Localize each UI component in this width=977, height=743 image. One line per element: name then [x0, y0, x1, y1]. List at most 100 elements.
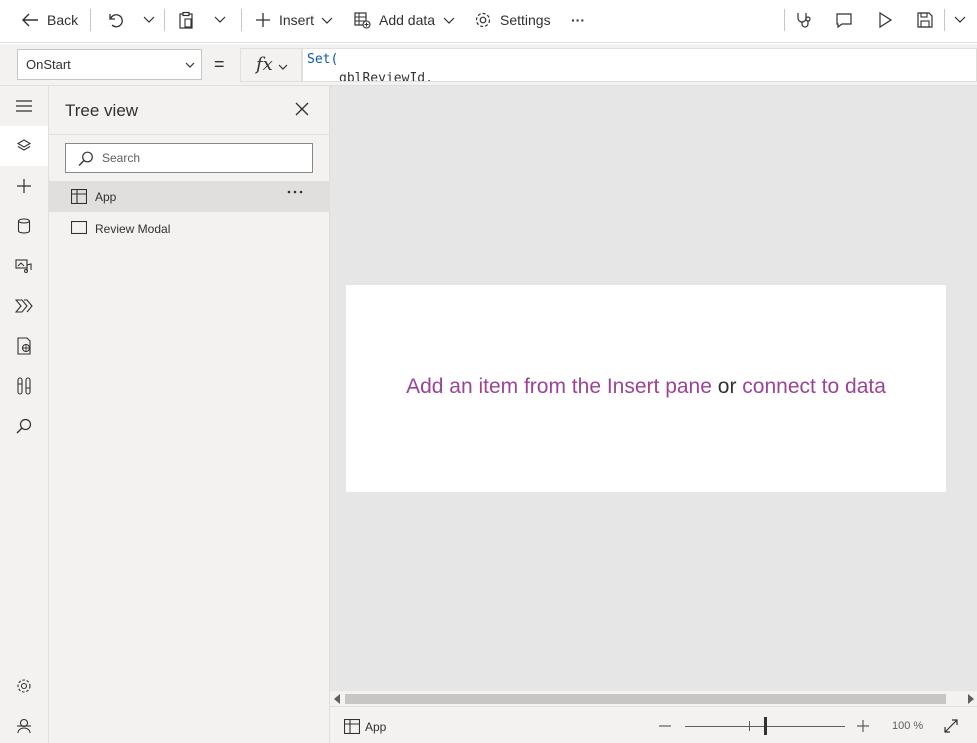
connect-data-link[interactable]: connect to data [742, 375, 886, 398]
preview-button[interactable] [877, 0, 893, 40]
add-data-icon [354, 12, 371, 29]
stethoscope-icon [797, 13, 811, 28]
formula-line-2: gblReviewId, [339, 71, 433, 82]
save-chevron-down-icon[interactable] [954, 13, 966, 25]
tree-search-input[interactable]: Search [65, 143, 313, 173]
search-icon [16, 418, 32, 434]
rail-media[interactable] [0, 246, 48, 286]
empty-screen-hint: Add an item from the Insert pane or conn… [346, 375, 946, 399]
separator [164, 9, 165, 31]
paste-chevron-down-icon[interactable] [214, 13, 226, 25]
equals-sign: = [214, 54, 225, 74]
hamburger-icon [16, 100, 32, 112]
search-placeholder: Search [102, 151, 141, 165]
chevron-down-icon [443, 17, 455, 24]
advanced-tools-icon [17, 337, 31, 355]
rail-data[interactable] [0, 206, 48, 246]
fx-icon: fx [256, 54, 273, 75]
divider [49, 134, 329, 135]
selected-control-label[interactable]: App [365, 720, 386, 734]
property-value: OnStart [26, 57, 71, 72]
app-checker-button[interactable] [795, 0, 813, 40]
separator [784, 9, 785, 31]
app-screen-preview[interactable]: Add an item from the Insert pane or conn… [346, 285, 946, 492]
fx-button[interactable]: fx [240, 48, 302, 82]
settings-icon [17, 679, 31, 693]
rail-tree-view[interactable] [0, 126, 48, 166]
tree-node-review-modal[interactable]: Review Modal [49, 213, 329, 244]
back-arrow-icon [22, 13, 38, 27]
hamburger-menu-button[interactable] [0, 86, 48, 126]
zoom-slider-thumb[interactable] [764, 717, 767, 735]
layers-icon [16, 139, 32, 151]
more-commands-button[interactable]: ··· [571, 0, 585, 40]
more-label: ··· [571, 12, 585, 28]
separator [241, 9, 242, 31]
comment-icon [836, 13, 852, 29]
comments-button[interactable] [835, 0, 853, 40]
status-bar: App 100 % [330, 706, 977, 743]
undo-chevron-down-icon[interactable] [143, 13, 155, 25]
data-icon [17, 218, 31, 234]
scrollbar-thumb[interactable] [345, 694, 946, 704]
separator [944, 9, 945, 31]
property-dropdown[interactable]: OnStart [17, 49, 202, 80]
hint-or-text: or [717, 375, 737, 398]
plus-icon [256, 13, 270, 27]
tree-node-app[interactable]: App [49, 181, 329, 212]
scroll-right-icon[interactable] [967, 694, 975, 704]
rail-settings[interactable] [0, 666, 48, 706]
plus-icon [17, 179, 31, 193]
tree-node-label: App [95, 190, 117, 204]
search-icon [78, 151, 93, 166]
chevron-down-icon [185, 62, 195, 68]
zoom-slider-tick [749, 721, 750, 731]
command-bar: Back Insert Add data Settings ··· [0, 0, 977, 43]
settings-button[interactable]: Settings [474, 0, 551, 40]
rail-insert[interactable] [0, 166, 48, 206]
undo-icon [109, 14, 123, 28]
save-button[interactable] [916, 0, 934, 40]
rail-virtual-agent[interactable] [0, 706, 48, 743]
scroll-left-icon[interactable] [333, 694, 341, 704]
zoom-in-icon[interactable] [856, 716, 870, 736]
horizontal-scrollbar[interactable] [330, 691, 977, 706]
add-data-label: Add data [379, 12, 436, 28]
zoom-out-icon[interactable] [658, 716, 672, 736]
design-canvas: Add an item from the Insert pane or conn… [330, 86, 977, 691]
zoom-level: 100 % [892, 720, 924, 732]
left-rail [0, 86, 49, 743]
separator [90, 9, 91, 31]
rail-power-automate[interactable] [0, 286, 48, 326]
rail-advanced-tools[interactable] [0, 326, 48, 366]
play-icon [879, 11, 893, 29]
formula-line-1: Set( [307, 52, 339, 67]
tree-node-label: Review Modal [95, 222, 171, 236]
add-data-button[interactable]: Add data [353, 0, 455, 40]
app-icon [344, 719, 360, 734]
paste-button[interactable] [177, 0, 195, 40]
settings-label: Settings [500, 12, 551, 28]
formula-bar: OnStart = fx Set( gblReviewId, [0, 44, 977, 86]
chevron-down-icon [321, 17, 333, 24]
save-icon [917, 12, 933, 28]
undo-button[interactable] [106, 0, 124, 40]
chevron-down-icon [278, 64, 288, 70]
insert-pane-link[interactable]: Add an item from the Insert pane [406, 375, 712, 398]
power-automate-icon [15, 299, 33, 313]
rail-variables[interactable] [0, 366, 48, 406]
rail-search[interactable] [0, 406, 48, 446]
fullscreen-icon[interactable] [944, 719, 958, 733]
media-icon [15, 259, 32, 273]
formula-editor[interactable]: Set( gblReviewId, [302, 48, 977, 82]
app-icon [71, 189, 87, 204]
paste-icon [179, 11, 193, 29]
close-icon[interactable] [295, 102, 309, 116]
more-options-icon[interactable] [287, 190, 303, 194]
insert-label: Insert [279, 12, 315, 28]
insert-button[interactable]: Insert [255, 0, 333, 40]
tree-view-pane: Tree view Search App Review Modal [49, 86, 330, 743]
back-button[interactable]: Back [21, 0, 78, 40]
virtual-agent-icon [17, 718, 31, 734]
screen-icon [71, 221, 87, 234]
